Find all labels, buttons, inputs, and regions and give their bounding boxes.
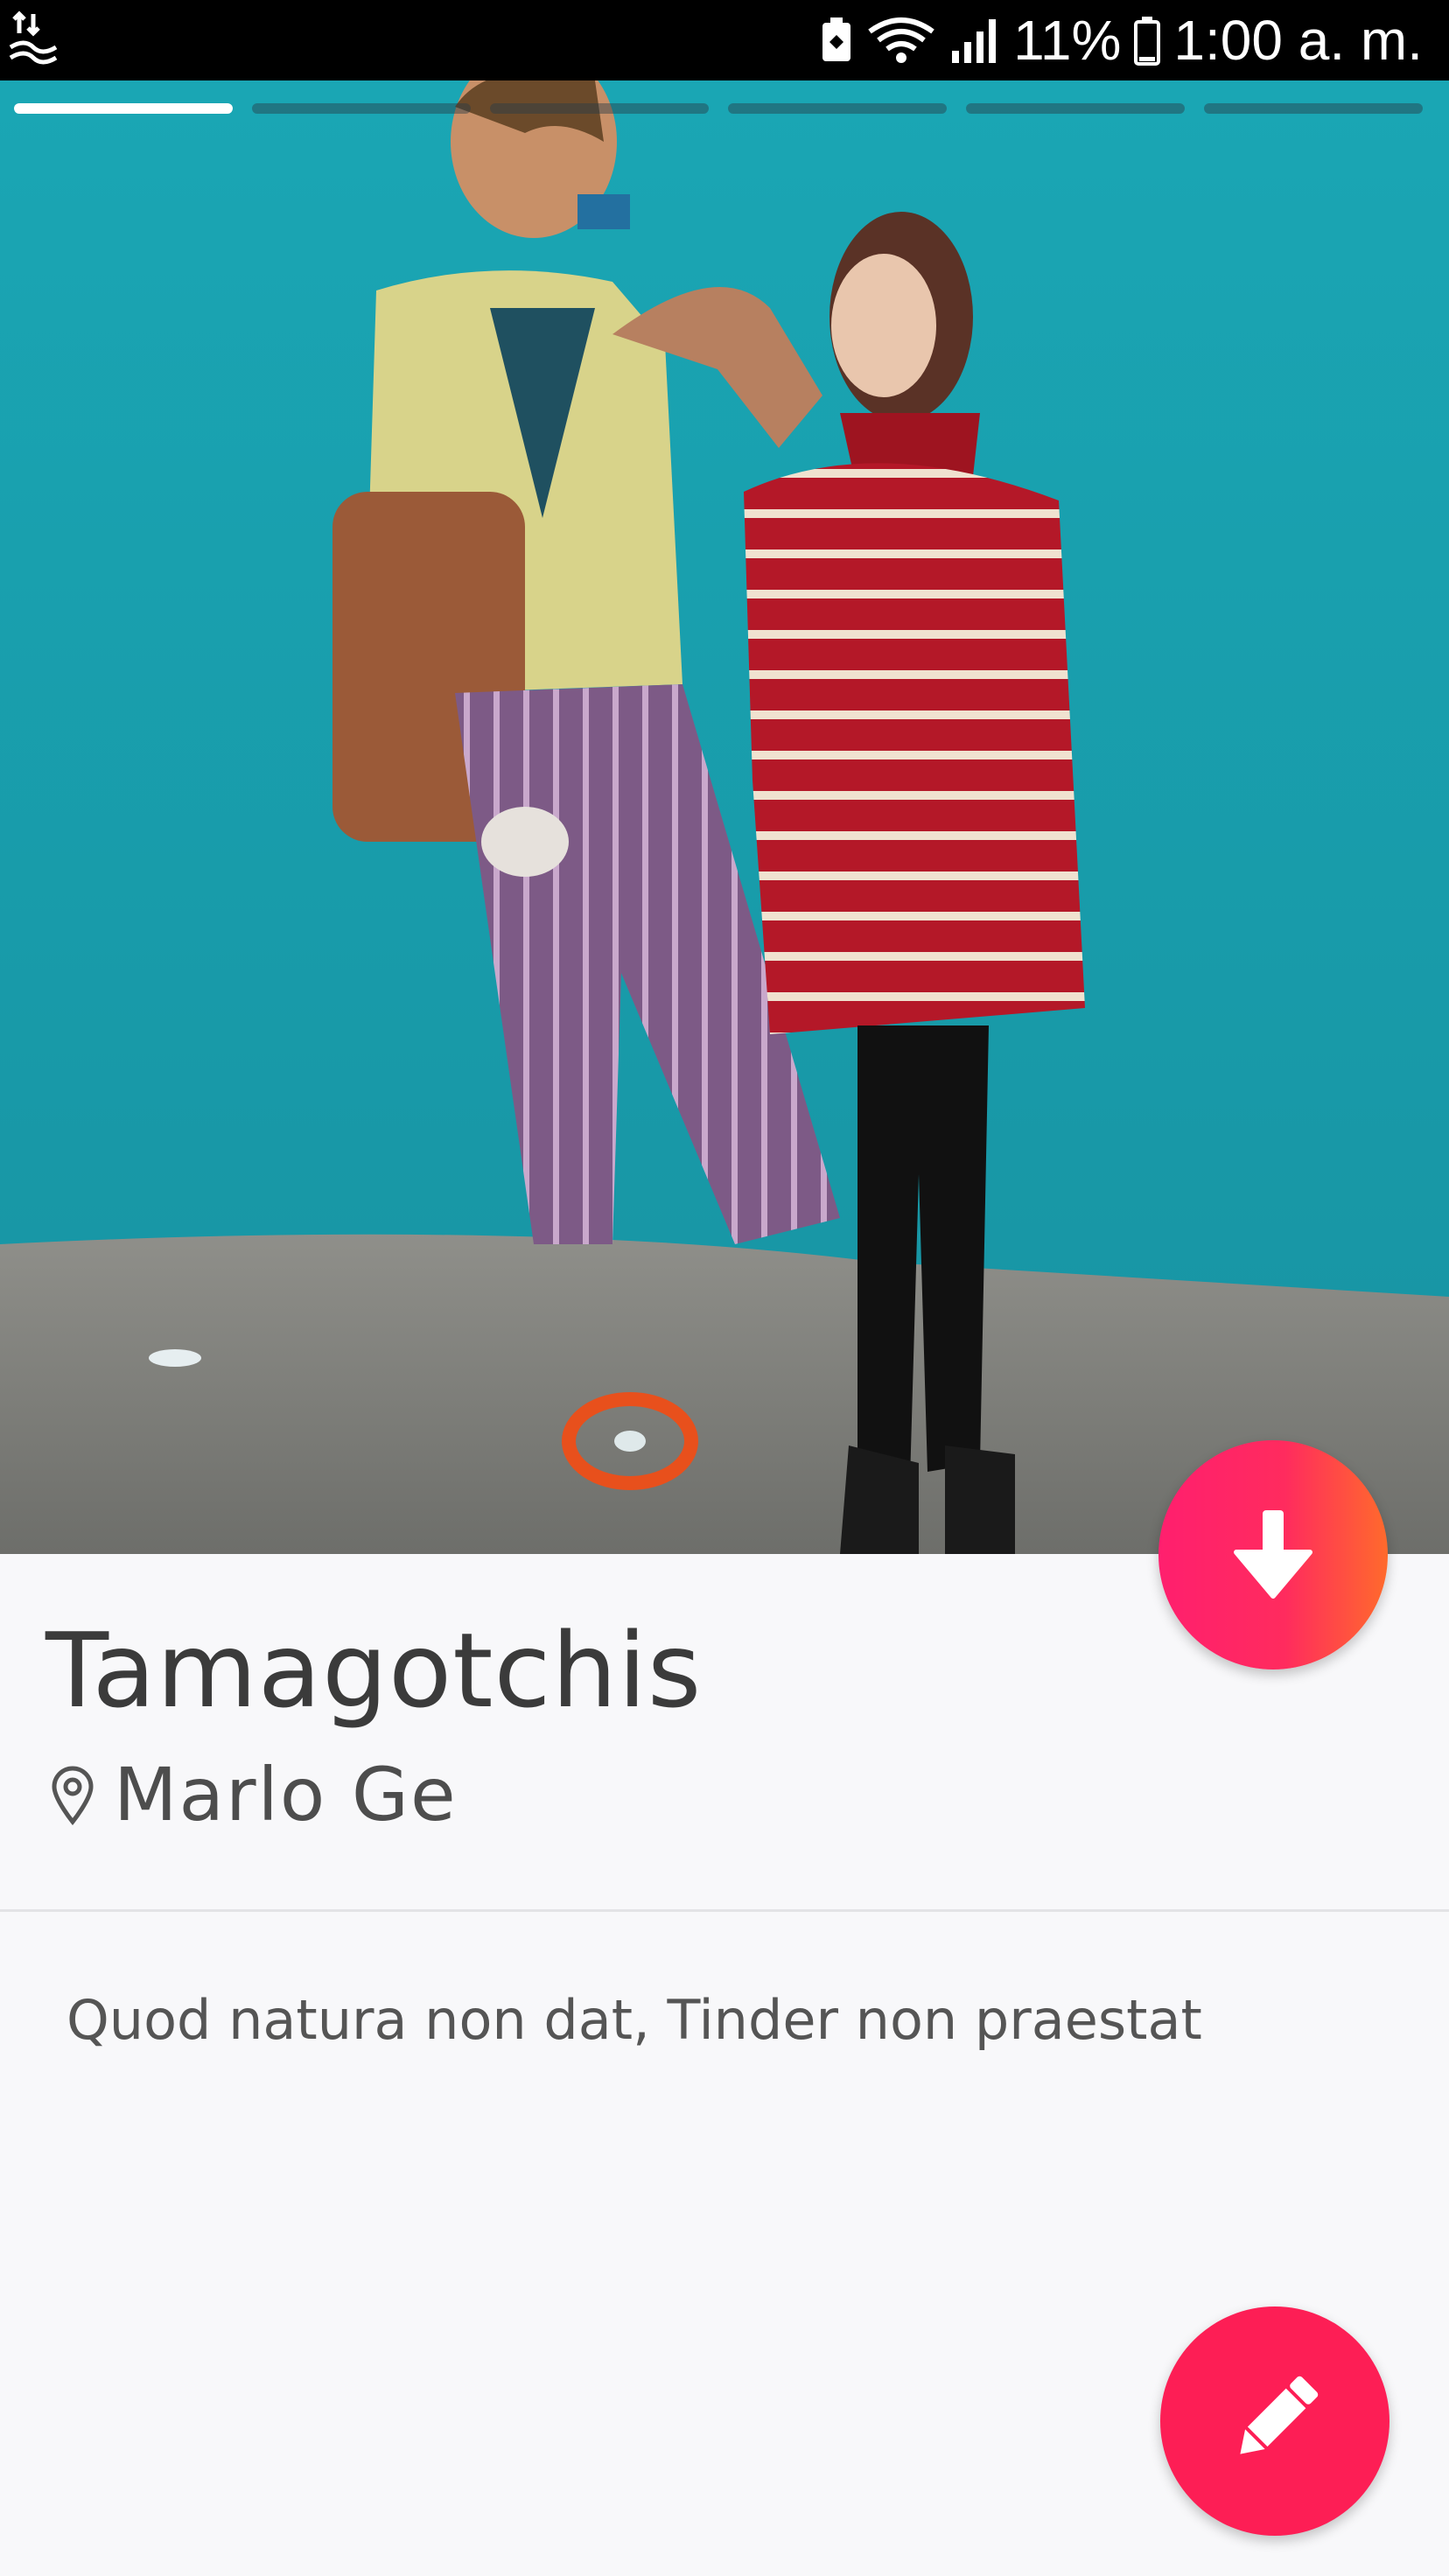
status-bar: 11% 1:00 a. m. — [0, 0, 1449, 80]
battery-percent: 11% — [1013, 9, 1122, 72]
progress-segment[interactable] — [966, 103, 1185, 114]
signal-icon — [948, 16, 1001, 65]
clock: 1:00 a. m. — [1173, 9, 1423, 72]
divider — [0, 1909, 1449, 1912]
profile-name: Tamagotchis — [46, 1610, 703, 1731]
location-label: Marlo Ge — [114, 1752, 458, 1838]
arrow-down-icon — [1229, 1505, 1317, 1605]
battery-saver-icon — [819, 16, 854, 65]
progress-segment[interactable] — [1204, 103, 1423, 114]
photo-progress-indicator — [14, 103, 1423, 116]
profile-photo[interactable] — [0, 80, 1449, 1554]
progress-segment[interactable] — [252, 103, 471, 114]
edit-profile-button[interactable] — [1160, 2306, 1390, 2536]
progress-segment[interactable] — [14, 103, 233, 114]
pencil-icon — [1222, 2367, 1327, 2475]
progress-segment[interactable] — [490, 103, 709, 114]
profile-bio: Quod natura non dat, Tinder non praestat — [66, 1988, 1202, 2052]
progress-segment[interactable] — [728, 103, 947, 114]
location-pin-icon — [49, 1764, 96, 1825]
collapse-profile-button[interactable] — [1158, 1440, 1388, 1670]
battery-icon — [1133, 15, 1161, 66]
wifi-icon — [866, 16, 936, 65]
profile-location: Marlo Ge — [49, 1746, 458, 1843]
data-transfer-icon — [7, 7, 60, 68]
